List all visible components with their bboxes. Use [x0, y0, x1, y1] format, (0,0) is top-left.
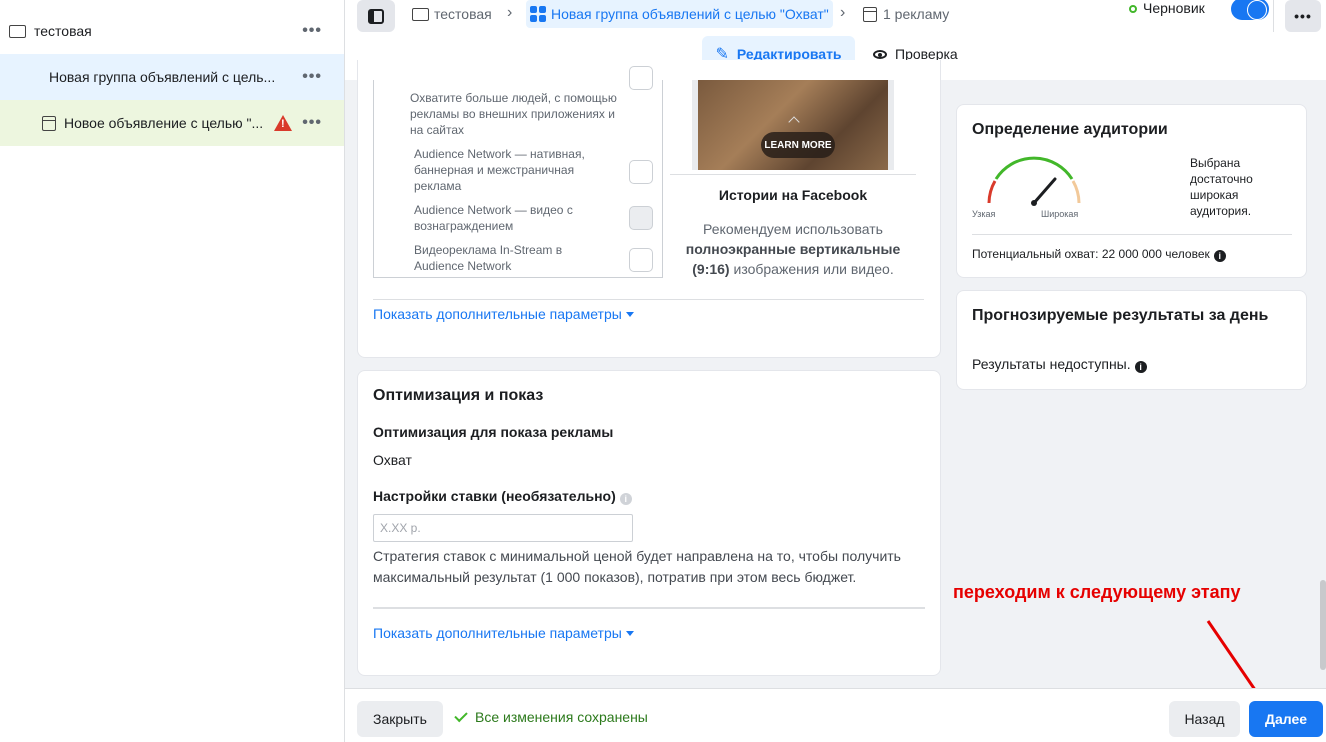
bid-settings-label: Настройки ставки (необязательно) i	[373, 488, 632, 505]
story-preview-image: LEARN MORE	[692, 80, 894, 170]
info-icon[interactable]: i	[619, 493, 632, 505]
adset-grid-icon	[530, 6, 546, 22]
sidebar-ad-label: Новое объявление с целью "...	[64, 115, 264, 131]
toggle-panel-button[interactable]	[357, 0, 395, 32]
adset-grid-icon	[25, 69, 41, 85]
bottom-bar: Закрыть Все изменения сохранены Назад Да…	[345, 688, 1326, 742]
rec-text: Рекомендуем использовать	[703, 221, 883, 237]
chevron-right-icon: ›	[840, 4, 846, 21]
breadcrumb-ad[interactable]: 1 рекламу	[863, 0, 949, 28]
saved-status: Все изменения сохранены	[454, 708, 648, 725]
optimization-title: Оптимизация и показ	[373, 387, 544, 404]
sidebar-item-ad[interactable]: Новое объявление с целью "... •••	[0, 100, 344, 146]
placements-list: Охватите больше людей, с помощью рекламы…	[373, 66, 663, 278]
scrollbar[interactable]	[1320, 580, 1326, 670]
sidebar-item-campaign[interactable]: тестовая •••	[0, 8, 344, 54]
annotation-text: переходим к следующему этапу	[953, 582, 1241, 602]
show-more-label: Показать дополнительные параметры	[373, 625, 622, 641]
rec-text-end: изображения или видео.	[733, 261, 894, 277]
ad-icon	[42, 115, 56, 131]
checkbox[interactable]	[629, 66, 653, 90]
folder-icon	[9, 24, 26, 38]
gauge-narrow-label: Узкая	[972, 209, 996, 219]
divider	[1273, 0, 1274, 32]
sidebar-item-adset[interactable]: Новая группа объявлений с цель... •••	[0, 54, 344, 100]
audience-title: Определение аудитории	[972, 121, 1168, 138]
chevron-up-icon	[788, 116, 800, 128]
breadcrumb-adset[interactable]: Новая группа объявлений с целью "Охват"	[526, 0, 833, 28]
breadcrumb-adset-label: Новая группа объявлений с целью "Охват"	[551, 6, 829, 22]
info-icon[interactable]: i	[1134, 361, 1147, 373]
forecast-title: Прогнозируемые результаты за день	[972, 307, 1269, 324]
bid-amount-input[interactable]	[373, 514, 633, 542]
show-more-params-link[interactable]: Показать дополнительные параметры	[373, 625, 634, 641]
daily-forecast-card: Прогнозируемые результаты за день Резуль…	[956, 290, 1307, 390]
check-icon	[454, 708, 468, 722]
optimization-goal-label: Оптимизация для показа рекламы	[373, 424, 614, 440]
potential-reach: Потенциальный охват: 22 000 000 человек i	[972, 247, 1226, 262]
divider	[670, 174, 916, 175]
divider	[373, 607, 925, 609]
forecast-status: Результаты недоступны. i	[972, 356, 1147, 373]
rec-ratio: (9:16)	[692, 261, 730, 277]
more-icon[interactable]: •••	[302, 114, 322, 132]
more-options-button[interactable]: •••	[1285, 0, 1321, 32]
bid-strategy-description: Стратегия ставок с минимальной ценой буд…	[373, 548, 901, 585]
eye-icon	[873, 49, 887, 59]
breadcrumb-ad-label: 1 рекламу	[883, 6, 950, 22]
breadcrumb-campaign-label: тестовая	[434, 6, 492, 22]
audience-verdict: Выбрана достаточно широкая аудитория.	[1190, 156, 1253, 218]
more-icon[interactable]: •••	[302, 68, 322, 86]
panel-icon	[368, 8, 384, 24]
bid-settings-text: Настройки ставки (необязательно)	[373, 488, 616, 504]
saved-status-text: Все изменения сохранены	[475, 709, 648, 725]
back-button[interactable]: Назад	[1169, 701, 1240, 737]
status-label: Черновик	[1143, 0, 1205, 16]
optimization-goal-value: Охват	[373, 452, 412, 468]
placement-an-instream-checkbox[interactable]	[629, 248, 653, 272]
caret-down-icon	[625, 311, 634, 317]
gauge-broad-label: Широкая	[1041, 209, 1079, 219]
info-icon[interactable]: i	[1213, 250, 1226, 262]
rec-bold: полноэкранные вертикальные	[685, 241, 901, 257]
placement-an-rewarded-checkbox[interactable]	[629, 206, 653, 230]
forecast-status-text: Результаты недоступны.	[972, 356, 1131, 372]
chevron-right-icon: ›	[507, 4, 513, 21]
learn-more-cta: LEARN MORE	[761, 132, 835, 158]
caret-down-icon	[625, 630, 634, 636]
preview-title: Истории на Facebook	[718, 187, 868, 203]
audience-gauge	[987, 156, 1081, 206]
show-more-params-link[interactable]: Показать дополнительные параметры	[373, 306, 634, 322]
placement-an-rewarded: Audience Network — видео с вознаграждени…	[414, 203, 573, 233]
left-sidebar: тестовая ••• Новая группа объявлений с ц…	[0, 0, 345, 742]
sidebar-adset-label: Новая группа объявлений с цель...	[49, 69, 276, 85]
show-more-label: Показать дополнительные параметры	[373, 306, 622, 322]
audience-definition-card: Определение аудитории Узкая Широкая Выбр…	[956, 104, 1307, 278]
status-dot-icon	[1129, 5, 1137, 13]
close-button[interactable]: Закрыть	[357, 701, 443, 737]
more-icon[interactable]: •••	[302, 22, 322, 40]
next-button[interactable]: Далее	[1249, 701, 1323, 737]
breadcrumb-campaign[interactable]: тестовая	[412, 0, 492, 28]
placement-an-native-checkbox[interactable]	[629, 160, 653, 184]
divider	[373, 299, 924, 300]
sidebar-campaign-label: тестовая	[34, 23, 92, 39]
preview-recommendation: Рекомендуем использовать полноэкранные в…	[680, 219, 906, 279]
placement-an-native: Audience Network — нативная, баннерная и…	[414, 147, 585, 193]
potential-reach-text: Потенциальный охват: 22 000 000 человек	[972, 247, 1210, 261]
warning-icon	[274, 115, 292, 131]
placement-an-instream: Видеореклама In-Stream в Audience Networ…	[414, 243, 563, 273]
ad-icon	[863, 6, 877, 22]
divider	[972, 234, 1292, 235]
folder-icon	[412, 7, 429, 21]
active-toggle[interactable]	[1231, 0, 1269, 20]
audience-network-description: Охватите больше людей, с помощью рекламы…	[410, 91, 617, 137]
